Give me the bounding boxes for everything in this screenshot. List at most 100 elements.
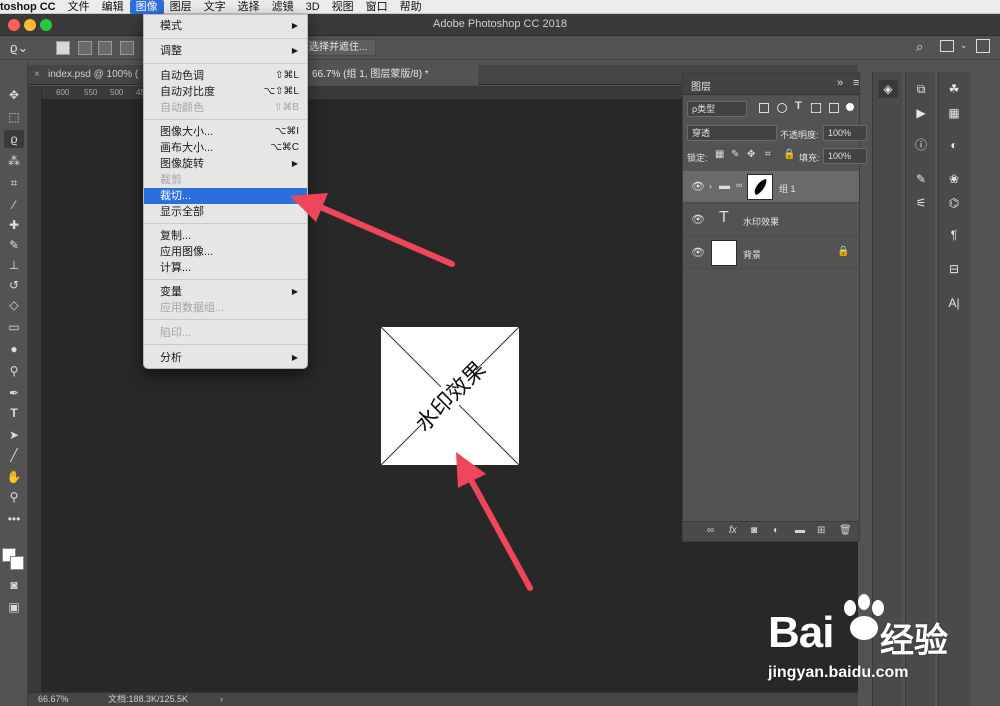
status-menu-chevron-icon[interactable]: › — [220, 693, 223, 706]
swatches-icon[interactable]: ▦ — [944, 104, 964, 122]
workspace-chevron-icon[interactable]: ⌄ — [960, 40, 968, 51]
menu-item-trim[interactable]: 裁切... — [144, 188, 307, 204]
menu-item-auto-tone[interactable]: 自动色调 ⇧⌘L — [144, 68, 307, 84]
move-tool-icon[interactable]: ✥ — [4, 86, 24, 104]
pen-tool-icon[interactable]: ✒ — [4, 384, 24, 402]
visibility-eye-icon[interactable]: 👁 — [691, 213, 705, 226]
quick-select-tool-icon[interactable]: ⁂ — [4, 152, 24, 170]
filter-toggle-icon[interactable] — [846, 103, 854, 111]
history-icon[interactable]: ⧉ — [911, 80, 931, 98]
add-mask-icon[interactable]: ◙ — [751, 525, 757, 536]
share-icon[interactable] — [976, 39, 990, 53]
menu-item-analysis[interactable]: 分析 ▶ — [144, 350, 307, 366]
menu-layer[interactable]: 图层 — [164, 0, 198, 14]
menu-item-image-rotation[interactable]: 图像旋转 ▶ — [144, 156, 307, 172]
gradient-tool-icon[interactable]: ▭ — [4, 318, 24, 336]
menu-filter[interactable]: 滤镜 — [266, 0, 300, 14]
hand-tool-icon[interactable]: ✋ — [4, 468, 24, 486]
brush-settings-icon[interactable]: ✎ — [911, 170, 931, 188]
layer-filter-select[interactable]: ρ类型 — [687, 101, 747, 117]
menu-item-auto-contrast[interactable]: 自动对比度 ⌥⇧⌘L — [144, 84, 307, 100]
expand-chevron-icon[interactable]: › — [709, 181, 712, 191]
blur-tool-icon[interactable]: ● — [4, 340, 24, 358]
color-icon[interactable]: ☘ — [944, 80, 964, 98]
filter-adjustment-icon[interactable] — [777, 103, 787, 113]
select-and-mask-button[interactable]: 选择并遮住... — [300, 39, 377, 56]
menu-item-calculations[interactable]: 计算... — [144, 260, 307, 276]
mask-link-icon[interactable]: ∞ — [736, 180, 742, 190]
visibility-eye-icon[interactable]: 👁 — [691, 246, 705, 259]
eyedropper-tool-icon[interactable]: ⁄ — [4, 196, 24, 214]
menu-3d[interactable]: 3D — [300, 0, 326, 14]
zoom-level[interactable]: 66.67% — [38, 693, 69, 706]
search-icon[interactable]: ⌕ — [916, 39, 923, 55]
filter-pixel-icon[interactable] — [759, 103, 769, 113]
link-layers-icon[interactable]: ∞ — [707, 525, 714, 536]
layer-row-group[interactable]: 👁 › ▬ ∞ 组 1 — [683, 171, 859, 203]
lock-artboard-icon[interactable]: ⌗ — [765, 149, 771, 160]
menu-item-duplicate[interactable]: 复制... — [144, 228, 307, 244]
document-image[interactable]: 水印效果 — [380, 326, 520, 466]
lock-position-icon[interactable]: ✥ — [747, 149, 755, 160]
layer-name[interactable]: 组 1 — [779, 182, 796, 195]
menu-item-apply-image[interactable]: 应用图像... — [144, 244, 307, 260]
quick-mask-icon[interactable]: ◙ — [4, 576, 24, 594]
brushes-icon[interactable]: ⚟ — [911, 194, 931, 212]
menu-type[interactable]: 文字 — [198, 0, 232, 14]
app-menu[interactable]: toshop CC — [0, 0, 62, 14]
line-tool-icon[interactable]: ╱ — [4, 446, 24, 464]
layer-name[interactable]: 水印效果 — [743, 215, 779, 228]
new-selection-icon[interactable] — [56, 41, 70, 55]
paragraph-icon[interactable]: ¶ — [944, 226, 964, 244]
collapse-panel-icon[interactable]: » — [837, 77, 843, 89]
lasso-preset-icon[interactable]: ϱ⌄ — [10, 40, 28, 56]
zoom-tool-icon[interactable]: ⚲ — [4, 488, 24, 506]
filter-type-icon[interactable]: T — [795, 100, 802, 112]
healing-tool-icon[interactable]: ✚ — [4, 216, 24, 234]
glyphs-icon[interactable]: ⊟ — [944, 260, 964, 278]
menu-item-variables[interactable]: 变量 ▶ — [144, 284, 307, 300]
fx-icon[interactable]: fx — [729, 525, 737, 536]
close-tab-icon[interactable]: × — [34, 65, 40, 85]
menu-window[interactable]: 窗口 — [360, 0, 394, 14]
tab-active-document[interactable]: 66.7% (组 1, 图层蒙版/8) * — [308, 65, 478, 85]
subtract-selection-icon[interactable] — [98, 41, 112, 55]
layer-name[interactable]: 背景 — [743, 248, 761, 261]
brush-tool-icon[interactable]: ✎ — [4, 236, 24, 254]
blend-mode-select[interactable]: 穿透 — [687, 125, 777, 141]
layers-panel-title[interactable]: 图层 — [691, 78, 711, 93]
marquee-tool-icon[interactable]: ⬚ — [4, 108, 24, 126]
menu-item-canvas-size[interactable]: 画布大小... ⌥⌘C — [144, 140, 307, 156]
menu-select[interactable]: 选择 — [232, 0, 266, 14]
background-color-swatch[interactable] — [10, 556, 24, 570]
menu-item-image-size[interactable]: 图像大小... ⌥⌘I — [144, 124, 307, 140]
filter-smart-object-icon[interactable] — [829, 103, 839, 113]
info-icon[interactable]: ⓘ — [911, 136, 931, 154]
adjustment-layer-icon[interactable]: ◐ — [773, 525, 779, 536]
history-brush-icon[interactable]: ↺ — [4, 276, 24, 294]
new-group-icon[interactable]: ▬ — [795, 525, 805, 536]
lock-pixels-icon[interactable]: ✎ — [731, 149, 739, 160]
filter-shape-icon[interactable] — [811, 103, 821, 113]
paths-icon[interactable]: ⌬ — [944, 194, 964, 212]
eraser-tool-icon[interactable]: ◇ — [4, 296, 24, 314]
type-tool-icon[interactable]: T — [4, 404, 24, 422]
layer-thumbnail[interactable] — [711, 240, 737, 266]
menu-edit[interactable]: 编辑 — [96, 0, 130, 14]
adjustments-icon[interactable]: ◐ — [944, 136, 964, 154]
layers-panel-icon[interactable]: ◈ — [878, 80, 898, 98]
menu-image[interactable]: 图像 — [129, 0, 164, 14]
crop-tool-icon[interactable]: ⌗ — [4, 174, 24, 192]
lock-transparent-icon[interactable]: ▦ — [715, 149, 724, 160]
screen-mode-icon[interactable]: ▣ — [4, 598, 24, 616]
new-layer-icon[interactable]: ⊞ — [817, 525, 825, 536]
menu-file[interactable]: 文件 — [62, 0, 96, 14]
add-selection-icon[interactable] — [78, 41, 92, 55]
lock-all-icon[interactable]: 🔒 — [783, 149, 795, 160]
menu-view[interactable]: 视图 — [326, 0, 360, 14]
menu-item-mode[interactable]: 模式 ▶ — [144, 18, 307, 34]
layer-mask-thumbnail[interactable] — [747, 174, 773, 200]
visibility-eye-icon[interactable]: 👁 — [691, 180, 705, 193]
panel-menu-icon[interactable]: ≡ — [853, 77, 859, 89]
delete-layer-icon[interactable]: 🗑 — [839, 525, 852, 536]
